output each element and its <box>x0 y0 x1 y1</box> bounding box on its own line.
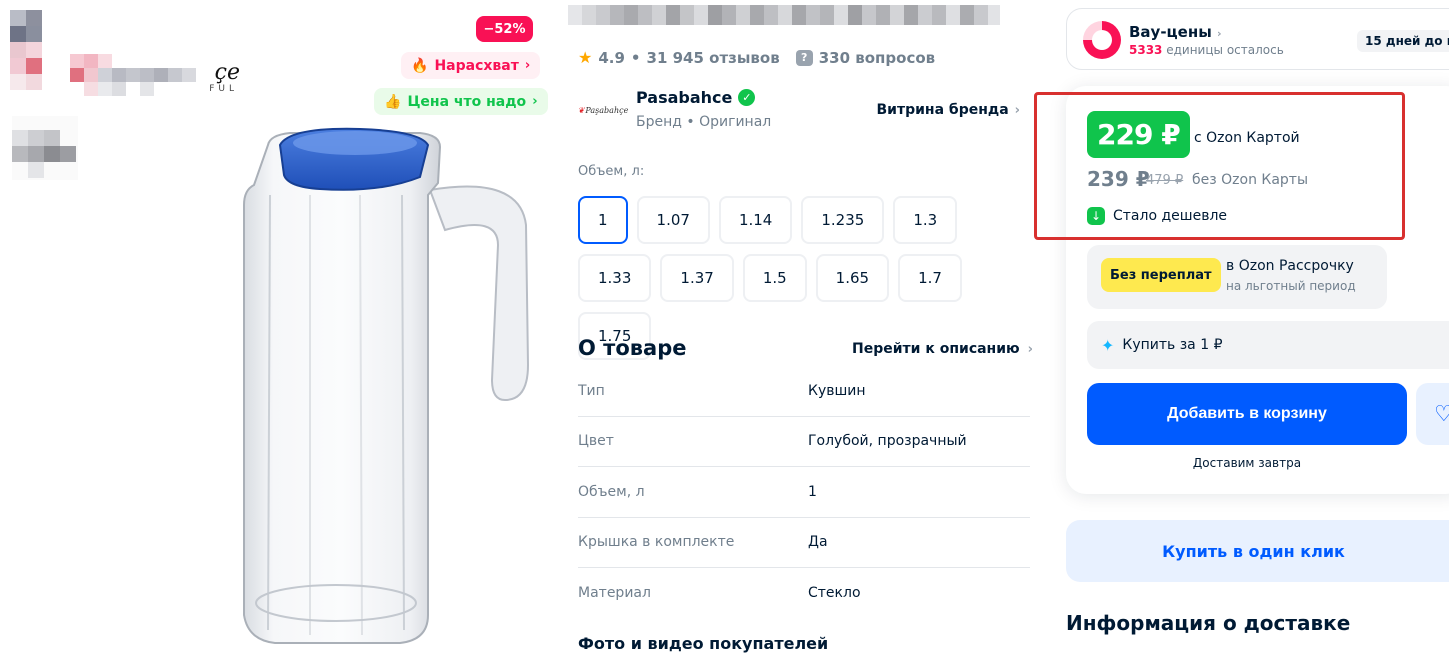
volume-option[interactable]: 1.14 <box>718 196 793 244</box>
hype-badge[interactable]: 🔥 Нарасхват › <box>401 52 541 79</box>
spec-value: Кувшин <box>808 382 866 399</box>
rating-separator: • <box>630 48 641 67</box>
customer-photos-title: Фото и видео покупателей <box>578 634 829 653</box>
chevron-right-icon: › <box>1027 341 1034 357</box>
brand-avatar-mark-icon: ❦ <box>577 105 585 115</box>
volume-option[interactable]: 1.3 <box>893 196 958 244</box>
spec-row: Объем, л 1 <box>578 467 1030 518</box>
spec-row: Тип Кувшин <box>578 366 1030 417</box>
gallery-thumbnail-logo[interactable] <box>10 10 60 100</box>
spec-value: Да <box>808 534 828 551</box>
promo-title: Вау-цены › <box>1129 23 1222 41</box>
about-section-title: О товаре <box>578 336 687 360</box>
delivery-info-title: Информация о доставке <box>1066 611 1351 635</box>
installment-title: в Ozon Рассрочку <box>1226 258 1354 274</box>
promo-stock-suffix: единицы осталось <box>1166 43 1284 57</box>
spec-key: Крышка в комплекте <box>578 534 735 551</box>
rating-value: 4.9 <box>598 48 625 67</box>
thumbs-up-icon: 👍 <box>384 93 402 110</box>
promo-stock: 5333 единицы осталось <box>1129 43 1284 57</box>
volume-option[interactable]: 1.65 <box>815 254 890 302</box>
star-icon: ★ <box>578 48 593 67</box>
spec-row: Цвет Голубой, прозрачный <box>578 417 1030 467</box>
chevron-right-icon: › <box>524 58 531 73</box>
reviews-count[interactable]: 31 945 отзывов <box>647 49 780 67</box>
installment-offer[interactable]: Без переплат в Ozon Рассрочку на льготны… <box>1087 245 1387 309</box>
favorite-button[interactable]: ♡ <box>1416 383 1449 445</box>
chevron-right-icon: › <box>532 94 538 109</box>
volume-option[interactable]: 1.5 <box>742 254 807 302</box>
spec-key: Цвет <box>578 433 614 450</box>
go-to-description-button[interactable]: Перейти к описанию › <box>844 336 1041 362</box>
rating-summary[interactable]: ★ 4.9 • 31 945 отзывов ? 330 вопросов <box>578 48 935 67</box>
brand-store-button[interactable]: Витрина бренда › <box>867 96 1031 124</box>
spec-key: Материал <box>578 585 651 602</box>
brand-subtitle: Бренд • Оригинал <box>636 114 772 130</box>
volume-option[interactable]: 1.7 <box>898 254 962 302</box>
promo-title-label: Вау-цены <box>1129 23 1212 41</box>
buy-one-click-button[interactable]: Купить в один клик <box>1066 520 1449 582</box>
gallery-thumbnail-jug[interactable] <box>12 116 78 180</box>
brand-name: Pasabahce <box>636 88 733 107</box>
product-title <box>568 5 1000 25</box>
brand-avatar-text: Paşabahçe <box>585 105 629 115</box>
discount-badge: −52% <box>476 16 533 42</box>
buy-for-1-ruble-label: Купить за 1 ₽ <box>1122 337 1223 353</box>
verified-check-icon: ✓ <box>738 89 756 106</box>
good-price-badge[interactable]: 👍 Цена что надо › <box>374 88 548 115</box>
question-icon: ? <box>795 49 813 66</box>
delivery-date-note: Доставим завтра <box>1192 456 1302 470</box>
good-price-badge-label: Цена что надо <box>407 93 527 110</box>
spec-row: Материал Стекло <box>578 568 1030 619</box>
heart-icon: ♡ <box>1434 401 1449 427</box>
product-main-image[interactable] <box>230 115 540 654</box>
no-overpay-tag: Без переплат <box>1101 258 1221 292</box>
brand-row: ❦ Paşabahçe Pasabahce ✓ Бренд • Оригинал… <box>578 86 1030 136</box>
volume-option[interactable]: 1.33 <box>578 254 652 302</box>
wow-prices-icon <box>1083 21 1121 59</box>
wow-prices-promo[interactable]: Вау-цены › 5333 единицы осталось 15 дней… <box>1066 8 1449 70</box>
buy-for-1-ruble-button[interactable]: ✦ Купить за 1 ₽ <box>1087 321 1449 369</box>
volume-option[interactable]: 1.37 <box>660 254 734 302</box>
price-highlight-box <box>1034 92 1405 240</box>
brand-avatar[interactable]: ❦ Paşabahçe <box>577 86 629 134</box>
chevron-right-icon: › <box>1217 27 1222 40</box>
go-to-description-label: Перейти к описанию <box>852 341 1020 357</box>
promo-timer: 15 дней до ко <box>1357 30 1449 52</box>
sparkle-icon: ✦ <box>1101 335 1115 355</box>
installment-subtitle: на льготный период <box>1226 279 1356 293</box>
volume-label: Объем, л: <box>578 164 645 179</box>
spec-key: Тип <box>578 382 605 399</box>
brand-logo-text: çe <box>214 60 240 85</box>
volume-option[interactable]: 1 <box>578 196 628 244</box>
spec-value: Голубой, прозрачный <box>808 433 967 450</box>
volume-option[interactable]: 1.235 <box>801 196 885 244</box>
spec-value: Стекло <box>808 585 861 602</box>
questions-count[interactable]: 330 вопросов <box>819 49 935 67</box>
spec-table: Тип Кувшин Цвет Голубой, прозрачный Объем, л… <box>578 366 1030 619</box>
volume-option[interactable]: 1.07 <box>636 196 710 244</box>
brand-store-label: Витрина бренда <box>876 102 1009 118</box>
fire-icon: 🔥 <box>411 57 429 74</box>
spec-row: Крышка в комплекте Да <box>578 518 1030 568</box>
chevron-right-icon: › <box>1014 102 1020 118</box>
brand-name-link[interactable]: Pasabahce ✓ <box>636 88 756 107</box>
promo-stock-count: 5333 <box>1129 43 1163 57</box>
spec-key: Объем, л <box>578 483 645 500</box>
brand-logo: çe FUL <box>60 50 240 100</box>
hype-badge-label: Нарасхват <box>434 57 519 74</box>
add-to-cart-button[interactable]: Добавить в корзину <box>1087 383 1407 445</box>
brand-logo-subtext: FUL <box>209 84 238 94</box>
spec-value: 1 <box>808 483 817 500</box>
